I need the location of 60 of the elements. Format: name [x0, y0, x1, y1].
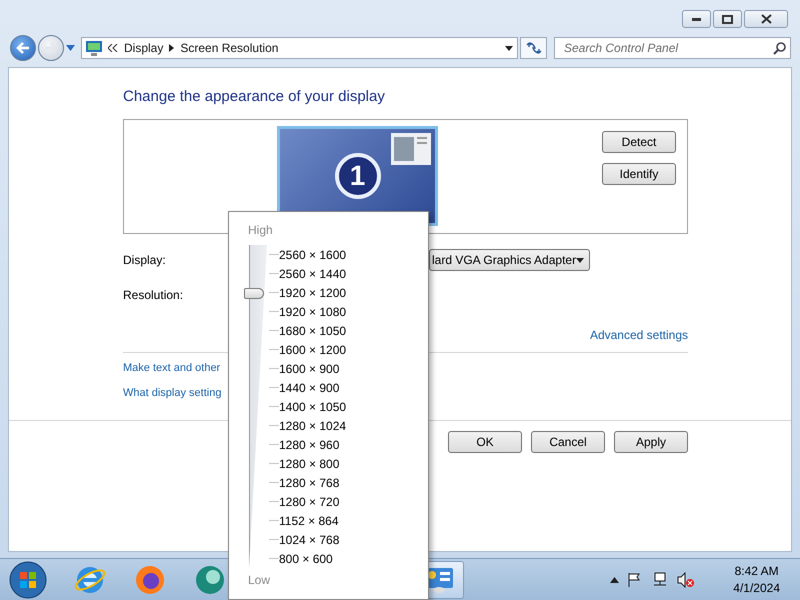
breadcrumb-item[interactable]: Screen Resolution — [180, 41, 278, 55]
resolution-option[interactable]: 2560 × 1600 — [269, 245, 428, 264]
help-link[interactable]: Make text and other — [123, 362, 220, 374]
dropdown-arrow-icon — [576, 258, 584, 262]
resolution-option[interactable]: 1400 × 1050 — [269, 397, 428, 416]
maximize-button[interactable] — [713, 10, 742, 28]
advanced-settings-link[interactable]: Advanced settings — [590, 328, 688, 344]
cancel-button[interactable]: Cancel — [531, 431, 605, 453]
resolution-option[interactable]: 1280 × 768 — [269, 473, 428, 492]
resolution-option[interactable]: 800 × 600 — [269, 549, 428, 568]
breadcrumb-arrow-icon[interactable] — [169, 44, 174, 52]
resolution-option[interactable]: 1600 × 1200 — [269, 340, 428, 359]
help-link[interactable]: What display setting — [123, 387, 222, 399]
low-label: Low — [248, 573, 272, 589]
show-hidden-icons-arrow-icon[interactable] — [610, 576, 620, 582]
history-dropdown-icon[interactable] — [66, 45, 75, 51]
resolution-label: Resolution: — [123, 288, 184, 302]
slider-thumb[interactable] — [244, 288, 264, 298]
close-button[interactable] — [744, 10, 788, 28]
search-icon[interactable] — [773, 42, 786, 54]
identify-button[interactable]: Identify — [602, 163, 676, 185]
search-field[interactable]: Search Control Panel — [554, 37, 791, 59]
resolution-option[interactable]: 1280 × 1024 — [269, 416, 428, 435]
resolution-option[interactable]: 1920 × 1080 — [269, 302, 428, 321]
high-label: High — [248, 223, 274, 239]
start-button[interactable] — [8, 560, 48, 598]
resolution-option[interactable]: 1600 × 900 — [269, 359, 428, 378]
page-heading: Change the appearance of your display — [123, 88, 386, 107]
display-dropdown[interactable]: lard VGA Graphics Adapter — [429, 249, 590, 271]
resolution-option[interactable]: 1680 × 1050 — [269, 321, 428, 340]
chevrons-icon[interactable] — [108, 44, 118, 52]
dropdown-arrow-icon[interactable] — [505, 46, 513, 50]
refresh-button[interactable] — [520, 37, 547, 59]
resolution-option[interactable]: 1920 × 1200 — [269, 283, 428, 302]
resolution-option[interactable]: 1280 × 800 — [269, 454, 428, 473]
forward-button[interactable] — [38, 35, 64, 61]
resolution-option[interactable]: 2560 × 1440 — [269, 264, 428, 283]
back-button[interactable] — [10, 35, 36, 61]
back-arrow-icon — [16, 42, 30, 54]
display-label: Display: — [123, 253, 166, 267]
resolution-option[interactable]: 1152 × 864 — [269, 511, 428, 530]
breadcrumb-item[interactable]: Display — [124, 41, 164, 55]
resolution-option[interactable]: 1280 × 720 — [269, 492, 428, 511]
monitor-icon — [86, 40, 102, 56]
muted-speaker-icon[interactable] — [677, 572, 696, 588]
address-bar[interactable]: Display Screen Resolution — [81, 37, 518, 59]
ok-button[interactable]: OK — [448, 431, 522, 453]
resolution-option[interactable]: 1440 × 900 — [269, 378, 428, 397]
monitor-number: 1 — [334, 153, 380, 199]
detect-button[interactable]: Detect — [602, 131, 676, 153]
minimize-button[interactable] — [682, 10, 711, 28]
resolution-option[interactable]: 1024 × 768 — [269, 530, 428, 549]
apply-button[interactable]: Apply — [614, 431, 688, 453]
window-thumbnail-icon — [391, 133, 431, 165]
minimize-icon — [692, 18, 701, 20]
refresh-icon — [526, 41, 542, 55]
maximize-icon — [722, 14, 733, 24]
resolution-option[interactable]: 1280 × 960 — [269, 435, 428, 454]
clock[interactable]: 8:42 AM 4/1/2024 — [733, 562, 780, 596]
close-icon — [760, 14, 772, 24]
